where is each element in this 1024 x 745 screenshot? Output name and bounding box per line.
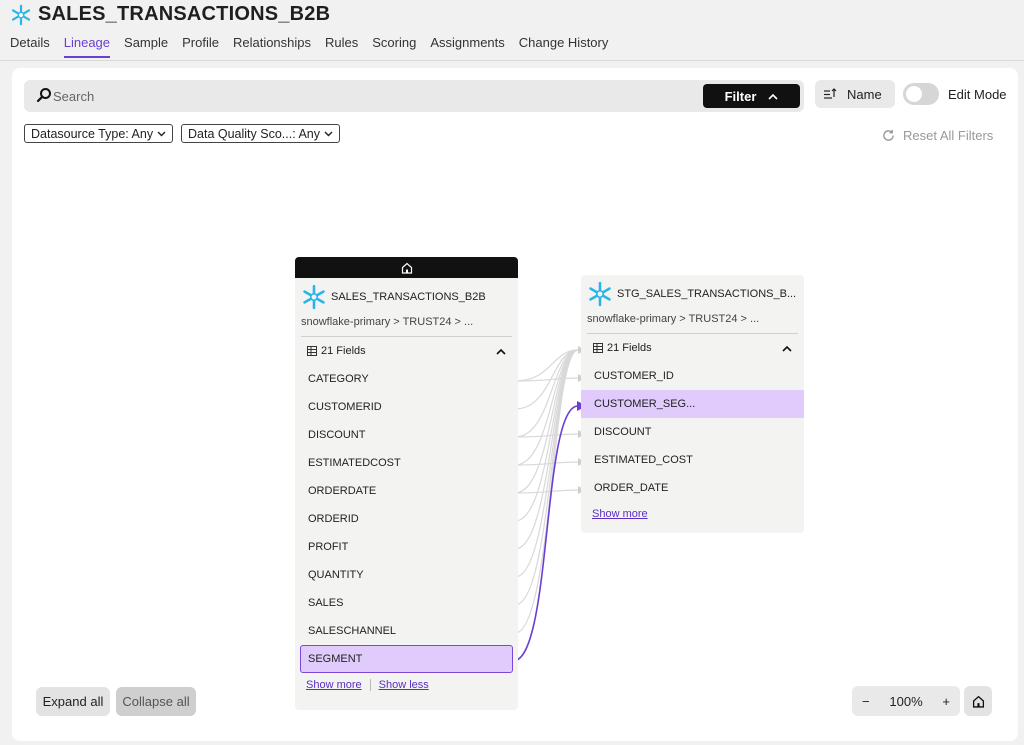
node-title: SALES_TRANSACTIONS_B2B	[301, 284, 512, 310]
footer-separator	[369, 679, 371, 691]
home-icon[interactable]	[401, 262, 413, 274]
collapse-all-button[interactable]: Collapse all	[116, 687, 196, 716]
tab-details[interactable]: Details	[10, 34, 50, 58]
field-row[interactable]: ESTIMATEDCOST	[295, 449, 518, 477]
tab-relationships[interactable]: Relationships	[233, 34, 311, 58]
tab-rules[interactable]: Rules	[325, 34, 358, 58]
zoom-control: − 100% +	[852, 686, 960, 716]
node-footer: Show more Show less	[295, 673, 518, 697]
field-row[interactable]: DISCOUNT	[295, 421, 518, 449]
field-row[interactable]: SALES	[295, 589, 518, 617]
field-row-selected[interactable]: CUSTOMER_SEG...	[581, 390, 804, 418]
lineage-panel: Search Filter Name Edit Mode Datasource …	[12, 68, 1018, 741]
zoom-in-button[interactable]: +	[942, 694, 950, 709]
node-header: STG_SALES_TRANSACTIONS_B... snowflake-pr…	[581, 275, 804, 334]
tab-change-history[interactable]: Change History	[519, 34, 609, 58]
field-row[interactable]: CUSTOMERID	[295, 393, 518, 421]
recenter-button[interactable]	[964, 686, 992, 716]
node-path: snowflake-primary > TRUST24 > ...	[301, 316, 512, 337]
chevron-up-icon[interactable]	[782, 345, 792, 352]
node-name: SALES_TRANSACTIONS_B2B	[331, 291, 486, 303]
snowflake-icon	[589, 281, 611, 307]
node-name: STG_SALES_TRANSACTIONS_B...	[617, 288, 797, 300]
show-more-link[interactable]: Show more	[306, 679, 362, 691]
page-title: SALES_TRANSACTIONS_B2B	[38, 3, 331, 25]
table-icon	[307, 346, 317, 356]
field-row[interactable]: QUANTITY	[295, 561, 518, 589]
field-row-selected[interactable]: SEGMENT	[300, 645, 513, 673]
zoom-level: 100%	[889, 693, 923, 709]
zoom-out-button[interactable]: −	[862, 694, 870, 709]
page-header: SALES_TRANSACTIONS_B2B Details Lineage S…	[0, 0, 1024, 64]
home-icon	[972, 695, 984, 708]
show-less-link[interactable]: Show less	[379, 679, 429, 691]
snowflake-icon	[303, 284, 325, 310]
tab-lineage[interactable]: Lineage	[63, 34, 111, 58]
fields-count: 21 Fields	[607, 342, 652, 354]
node-footer: Show more	[581, 502, 804, 526]
table-icon	[593, 343, 603, 353]
target-node[interactable]: STG_SALES_TRANSACTIONS_B... snowflake-pr…	[581, 275, 804, 533]
expand-all-button[interactable]: Expand all	[36, 687, 110, 716]
node-top-bar	[295, 257, 518, 278]
node-title: STG_SALES_TRANSACTIONS_B...	[587, 281, 798, 307]
field-row[interactable]: DISCOUNT	[581, 418, 804, 446]
chevron-up-icon[interactable]	[496, 348, 506, 355]
fields-header[interactable]: 21 Fields	[581, 334, 804, 362]
tab-assignments[interactable]: Assignments	[430, 34, 504, 58]
node-path: snowflake-primary > TRUST24 > ...	[587, 313, 798, 334]
field-row[interactable]: CUSTOMER_ID	[581, 362, 804, 390]
field-row[interactable]: ESTIMATED_COST	[581, 446, 804, 474]
snowflake-icon	[11, 4, 31, 25]
header-divider	[0, 60, 1024, 61]
field-row[interactable]: PROFIT	[295, 533, 518, 561]
tab-bar: Details Lineage Sample Profile Relations…	[10, 34, 622, 58]
field-row[interactable]: CATEGORY	[295, 365, 518, 393]
field-row[interactable]: SALESCHANNEL	[295, 617, 518, 645]
field-row[interactable]: ORDERID	[295, 505, 518, 533]
field-row[interactable]: ORDER_DATE	[581, 474, 804, 502]
tab-profile[interactable]: Profile	[182, 34, 219, 58]
fields-count: 21 Fields	[321, 345, 366, 357]
fields-header[interactable]: 21 Fields	[295, 337, 518, 365]
tab-scoring[interactable]: Scoring	[372, 34, 416, 58]
source-node[interactable]: SALES_TRANSACTIONS_B2B snowflake-primary…	[295, 257, 518, 710]
show-more-link[interactable]: Show more	[592, 508, 648, 520]
title-row: SALES_TRANSACTIONS_B2B	[10, 3, 330, 26]
node-header: SALES_TRANSACTIONS_B2B snowflake-primary…	[295, 278, 518, 337]
tab-sample[interactable]: Sample	[124, 34, 168, 58]
field-row[interactable]: ORDERDATE	[295, 477, 518, 505]
